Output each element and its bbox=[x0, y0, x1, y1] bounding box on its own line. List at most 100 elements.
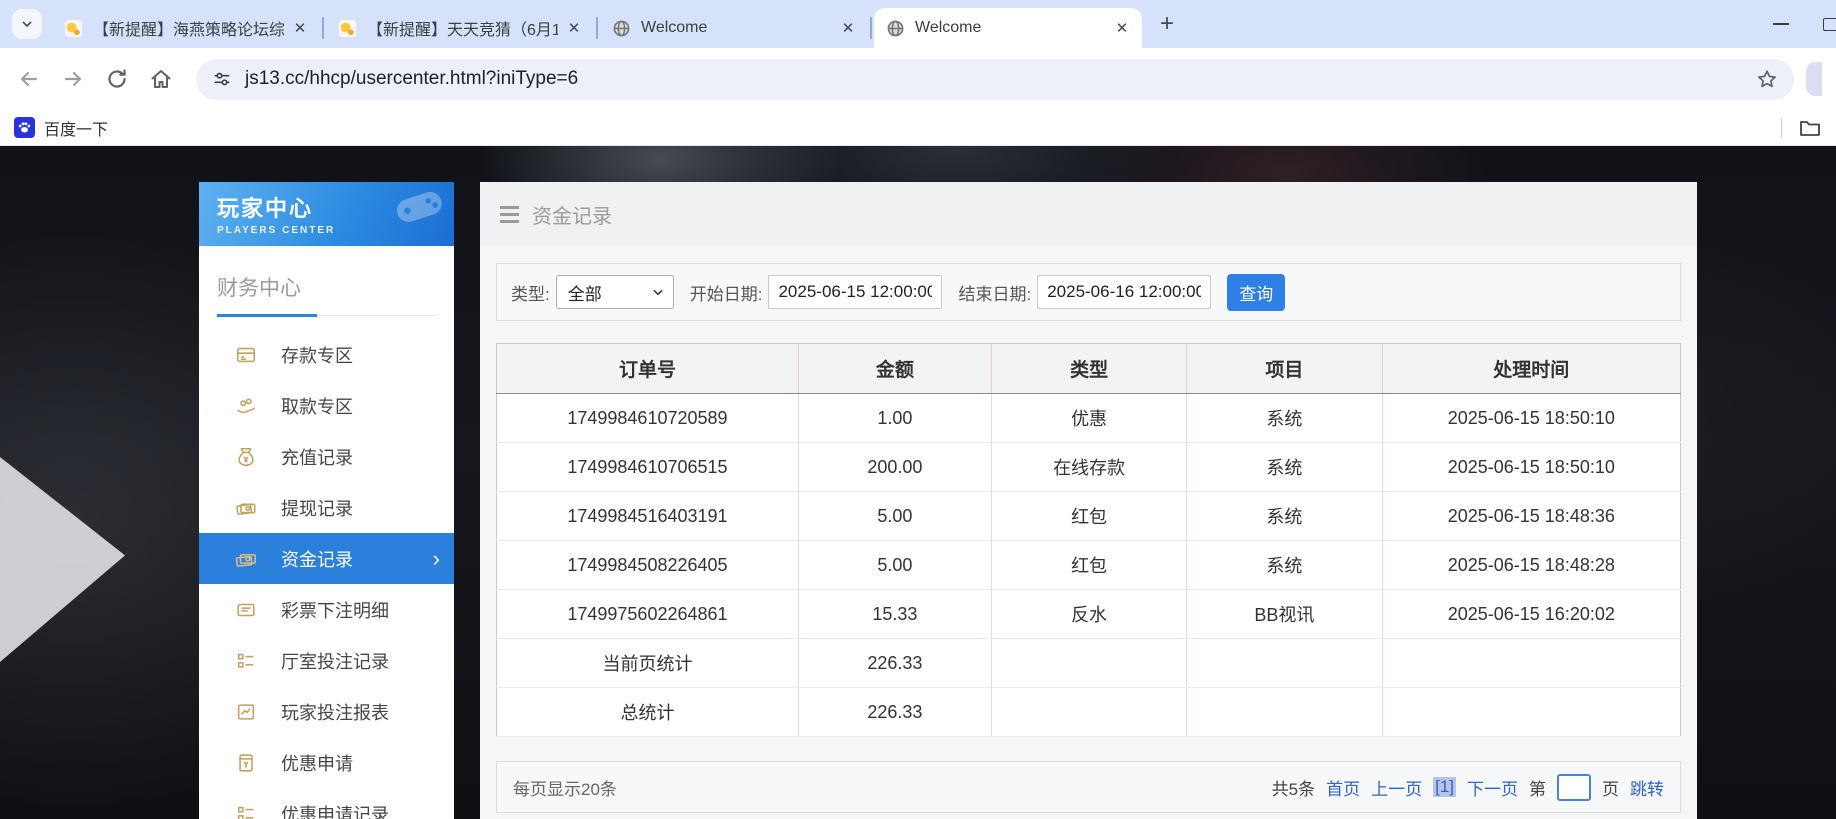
chevron-right-icon: › bbox=[432, 545, 440, 571]
tab-welcome-1[interactable]: Welcome ✕ bbox=[600, 8, 868, 48]
sidebar-item-fund-records[interactable]: 资金记录 › bbox=[199, 533, 454, 584]
fund-records-table-wrap: 订单号 金额 类型 项目 处理时间 1749984610720589 1.00 优惠… bbox=[496, 343, 1681, 737]
site-settings-icon[interactable] bbox=[212, 69, 232, 89]
jump-link[interactable]: 跳转 bbox=[1630, 775, 1664, 800]
col-header-order-no: 订单号 bbox=[496, 343, 799, 394]
pagination-bar: 每页显示20条 共5条 首页 上一页 [1] 下一页 第 页 跳转 bbox=[496, 761, 1681, 813]
cell-order-no: 1749984610720589 bbox=[496, 393, 799, 443]
tab-welcome-2-active[interactable]: Welcome ✕ bbox=[874, 8, 1142, 48]
tab-separator bbox=[596, 17, 598, 39]
bookmarks-folder-icon[interactable] bbox=[1798, 116, 1822, 140]
sidebar-item-label: 优惠申请 bbox=[281, 753, 353, 774]
page-title: 资金记录 bbox=[532, 205, 612, 228]
page-jump-input[interactable] bbox=[1557, 773, 1591, 801]
cell-type: 优惠 bbox=[991, 393, 1188, 443]
tab-title: Welcome bbox=[641, 19, 708, 36]
prev-page-link[interactable]: 上一页 bbox=[1371, 775, 1422, 800]
type-select-value: 全部 bbox=[567, 284, 602, 304]
deposit-card-icon bbox=[235, 344, 257, 366]
cell-order-no: 1749984516403191 bbox=[496, 491, 799, 541]
sidebar-item-recharge-records[interactable]: 充值记录 bbox=[199, 431, 454, 482]
banknotes-icon bbox=[235, 548, 257, 570]
type-select[interactable]: 全部 bbox=[555, 275, 674, 309]
tab-close-icon[interactable]: ✕ bbox=[1112, 18, 1132, 38]
first-page-link[interactable]: 首页 bbox=[1326, 775, 1360, 800]
sidebar-section: 财务中心 bbox=[199, 246, 454, 317]
new-tab-button[interactable]: + bbox=[1152, 9, 1182, 39]
cell-amount: 1.00 bbox=[798, 393, 992, 443]
sidebar-item-hall-bet-records[interactable]: 厅室投注记录 bbox=[199, 635, 454, 686]
sidebar-item-withdraw-zone[interactable]: 取款专区 bbox=[199, 380, 454, 431]
start-date-label: 开始日期: bbox=[689, 284, 763, 304]
cell-amount: 15.33 bbox=[798, 589, 992, 639]
col-header-type: 类型 bbox=[991, 343, 1188, 394]
money-bag-icon bbox=[235, 446, 257, 468]
back-button[interactable] bbox=[14, 64, 44, 94]
sidebar-item-deposit-zone[interactable]: 存款专区 bbox=[199, 329, 454, 380]
start-date-input[interactable] bbox=[768, 275, 943, 309]
cell-amount: 200.00 bbox=[798, 442, 992, 492]
pagination-controls: 共5条 首页 上一页 [1] 下一页 第 页 跳转 bbox=[1271, 773, 1664, 801]
bookmark-baidu[interactable]: 百度一下 bbox=[14, 116, 108, 140]
cell-item: 系统 bbox=[1186, 442, 1383, 492]
sidebar-item-withdrawal-records[interactable]: 提现记录 bbox=[199, 482, 454, 533]
sidebar-item-promo-apply[interactable]: 优惠申请 bbox=[199, 737, 454, 788]
baidu-paw-icon bbox=[14, 117, 35, 138]
url-bar[interactable]: js13.cc/hhcp/usercenter.html?iniType=6 bbox=[196, 58, 1794, 100]
forum-favicon-icon bbox=[338, 18, 357, 38]
tab-forum-2[interactable]: 【新提醒】天天竞猜（6月15日 ✕ bbox=[326, 8, 594, 48]
fund-records-panel: 资金记录 类型: 全部 开始日期: 结束日期: 查询 bbox=[480, 182, 1697, 819]
tab-close-icon[interactable]: ✕ bbox=[290, 18, 310, 38]
forward-button[interactable] bbox=[58, 64, 88, 94]
col-header-item: 项目 bbox=[1186, 343, 1383, 394]
cell-time: 2025-06-15 16:20:02 bbox=[1382, 589, 1681, 639]
sidebar-item-player-bet-report[interactable]: 玩家投注报表 bbox=[199, 686, 454, 737]
reload-button[interactable] bbox=[102, 64, 132, 94]
forum-favicon-icon bbox=[64, 18, 83, 38]
cell-order-no: 1749984508226405 bbox=[496, 540, 799, 590]
search-button[interactable]: 查询 bbox=[1227, 273, 1286, 311]
sidebar-item-promo-apply-records[interactable]: 优惠申请记录 bbox=[199, 788, 454, 819]
cell-time: 2025-06-15 18:48:28 bbox=[1382, 540, 1681, 590]
next-page-link[interactable]: 下一页 bbox=[1467, 775, 1518, 800]
sidebar-item-lottery-bet-details[interactable]: 彩票下注明细 bbox=[199, 584, 454, 635]
total-count-text: 共5条 bbox=[1271, 779, 1316, 799]
tab-close-icon[interactable]: ✕ bbox=[838, 18, 858, 38]
restore-icon[interactable] bbox=[1823, 17, 1836, 31]
home-button[interactable] bbox=[146, 64, 176, 94]
forward-arrow-icon bbox=[64, 71, 82, 87]
globe-favicon-icon bbox=[887, 20, 904, 36]
tab-forum-1[interactable]: 【新提醒】海燕策略论坛综合交 ✕ bbox=[52, 8, 320, 48]
sidebar-item-label: 存款专区 bbox=[281, 345, 353, 366]
sidebar-item-label: 取款专区 bbox=[281, 396, 353, 417]
cell-order-no: 1749975602264861 bbox=[496, 589, 799, 639]
col-header-process-time: 处理时间 bbox=[1382, 343, 1681, 394]
bookmark-star-icon[interactable] bbox=[1756, 68, 1778, 90]
table-row: 1749975602264861 15.33 反水 BB视讯 2025-06-15 16… bbox=[496, 589, 1681, 639]
end-date-input[interactable] bbox=[1037, 275, 1212, 309]
sidebar-item-label: 彩票下注明细 bbox=[281, 600, 389, 621]
profile-sliver[interactable] bbox=[1806, 62, 1822, 96]
cell-time: 2025-06-15 18:50:10 bbox=[1382, 393, 1681, 443]
cell-amount: 5.00 bbox=[798, 491, 992, 541]
sidebar-item-label: 充值记录 bbox=[281, 447, 353, 468]
minimize-icon[interactable] bbox=[1773, 23, 1789, 25]
bookmarks-bar: 百度一下 bbox=[0, 110, 1836, 146]
jump-suffix-label: 页 bbox=[1602, 779, 1619, 799]
hand-coins-icon bbox=[235, 395, 257, 417]
org-list-icon bbox=[235, 650, 257, 672]
tab-separator bbox=[322, 17, 324, 39]
cell-item: BB视讯 bbox=[1186, 589, 1383, 639]
home-icon bbox=[151, 70, 171, 88]
cell-page-total-label: 当前页统计 bbox=[496, 638, 799, 688]
sidebar-item-label: 提现记录 bbox=[281, 498, 353, 519]
cell-page-total-amount: 226.33 bbox=[798, 638, 992, 688]
content-header: 资金记录 bbox=[480, 182, 1697, 246]
tab-close-icon[interactable]: ✕ bbox=[564, 18, 584, 38]
browser-toolbar: js13.cc/hhcp/usercenter.html?iniType=6 bbox=[0, 48, 1836, 110]
url-text[interactable]: js13.cc/hhcp/usercenter.html?iniType=6 bbox=[245, 68, 578, 90]
table-row: 1749984610720589 1.00 优惠 系统 2025-06-15 18:50… bbox=[496, 393, 1681, 443]
bookmarks-right bbox=[1781, 116, 1822, 140]
tab-search-button[interactable] bbox=[12, 9, 42, 39]
sidebar-menu: 存款专区 取款专区 充值记录 提现记录 资金记录 › 彩票下注明细 厅室投注记录… bbox=[199, 329, 454, 819]
